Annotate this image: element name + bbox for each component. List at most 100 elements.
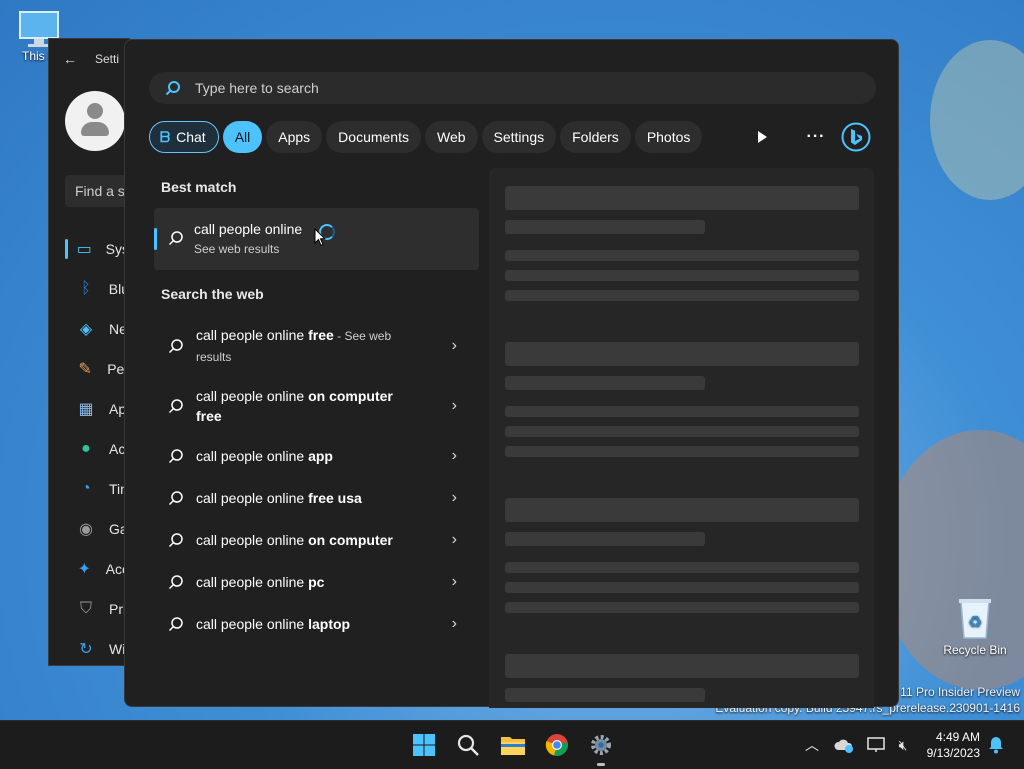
filter-bar: ᗷ Chat All Apps Documents Web Settings Folders P… [149,120,703,154]
web-result-bold: on computer [308,531,393,548]
sidebar-item[interactable]: ✎ Per [49,349,129,389]
svg-text:♻: ♻ [968,612,982,631]
sidebar-item[interactable]: ᛒ Blu [49,269,129,309]
web-result-bold: free usa [308,489,362,506]
web-result-item[interactable]: call people online free usa › [154,486,479,510]
best-match-subtitle: See web results [194,242,280,256]
sidebar-item[interactable]: ◈ Ne [49,309,129,349]
sidebar-item[interactable]: ⛉ Pri [49,589,129,629]
sidebar-item[interactable]: ◔ Tin [49,469,129,509]
sidebar-item-label: Ac [109,441,126,457]
sidebar-item[interactable]: ↻ Wi [49,629,129,665]
settings-taskbar-button[interactable] [585,729,617,761]
bing-button[interactable] [839,122,873,152]
avatar[interactable] [65,91,125,151]
speaker-muted-icon: 🔇︎ [898,736,908,753]
accessibility-icon: ✦ [77,561,92,578]
taskbar-search-button[interactable] [452,729,484,761]
web-result-prefix: call people online [196,489,309,506]
scroll-right-button[interactable] [747,122,777,152]
web-result-text: call people online free - See web result… [196,325,406,367]
filter-chip-folders[interactable]: Folders [560,121,631,153]
filter-chip-all[interactable]: All [222,121,263,153]
web-result-item[interactable]: call people online free - See web result… [154,326,479,366]
web-result-item[interactable]: call people online app › [154,444,479,468]
search-box[interactable] [149,72,876,104]
search-result-icon [168,339,183,354]
skeleton-placeholder [505,562,859,573]
chevron-up-icon: ︿ [805,737,819,753]
chevron-right-icon: › [451,337,457,354]
search-result-icon [168,617,183,632]
back-arrow-icon[interactable]: ← [63,51,77,67]
clock[interactable]: 4:49 AM 9/13/2023 [927,729,980,761]
mouse-cursor-icon [314,228,326,247]
more-options-button[interactable]: ··· [801,122,831,152]
gear-icon [591,735,611,755]
filter-chip-apps[interactable]: Apps [266,121,323,153]
onedrive-tray-button[interactable] [830,729,858,761]
filter-chip-label: Folders [572,129,619,145]
web-result-item[interactable]: call people online laptop › [154,612,479,636]
skeleton-placeholder [505,186,859,210]
search-result-icon [168,449,183,464]
filter-chip-settings[interactable]: Settings [481,121,557,153]
bell-icon [989,737,1003,754]
skeleton-placeholder [505,290,859,301]
skeleton-placeholder [505,426,859,437]
search-web-heading: Search the web [161,286,264,302]
settings-title: Setti [95,52,120,66]
show-hidden-icons-button[interactable]: ︿ [796,729,828,761]
web-result-text: call people online laptop [196,614,406,635]
sidebar-item[interactable]: ▭ Sys [49,229,129,269]
web-result-prefix: call people online [196,573,309,590]
web-result-bold: app [308,447,333,464]
web-result-prefix: call people online [196,615,309,632]
search-panel: ᗷ Chat All Apps Documents Web Settings Folders P… [124,39,899,708]
filter-chip-label: Chat [176,129,206,145]
start-button[interactable] [408,729,440,761]
time-language-icon: ◔ [81,480,91,497]
skeleton-placeholder [505,602,859,613]
filter-chip-web[interactable]: Web [424,121,478,153]
filter-chip-documents[interactable]: Documents [326,121,421,153]
clock-time: 4:49 AM [935,730,980,744]
sidebar-item[interactable]: ✦ Acc [49,549,129,589]
web-result-item[interactable]: call people online on computer free › [154,386,479,426]
skeleton-placeholder [505,270,859,281]
best-match-result[interactable]: call people online See web results [154,208,479,270]
bluetooth-icon: ᛒ [81,280,91,297]
chrome-button[interactable] [541,729,573,761]
filter-chip-photos[interactable]: Photos [634,121,703,153]
filter-chip-label: Photos [646,129,691,145]
web-result-text: call people online pc [196,572,406,593]
folder-icon [501,737,525,755]
volume-tray-button[interactable]: 🔇︎ [890,729,916,761]
sidebar-item[interactable]: ◉ Ga [49,509,129,549]
sidebar-item[interactable]: ▦ Ap [49,389,129,429]
system-icon: ▭ [76,241,92,258]
filter-chip-label: Documents [338,129,409,145]
recycle-bin-desktop-icon[interactable]: ♻ Recycle Bin [942,596,1008,657]
settings-nav: ▭ Sys ᛒ Blu ◈ Ne ✎ Per ▦ Ap ● Ac ◔ Tin ◉ Ga ✦ Acc ⛉ Pri ↻ Wi [49,229,129,665]
filter-chip-label: Apps [278,129,311,145]
network-tray-button[interactable] [862,729,890,761]
sidebar-item[interactable]: ● Ac [49,429,129,469]
web-result-item[interactable]: call people online pc › [154,570,479,594]
apps-icon: ▦ [78,401,94,418]
watermark-edition: s 11 Pro Insider Preview [890,685,1020,699]
file-explorer-button[interactable] [497,729,529,761]
chrome-icon [545,734,568,756]
settings-find-input[interactable]: Find a se [65,175,129,207]
bing-chat-icon: ᗷ [160,128,171,145]
filter-chip-chat[interactable]: ᗷ Chat [149,121,219,153]
filter-chip-label: Settings [493,129,545,145]
chevron-right-icon: › [451,615,457,632]
clock-date: 9/13/2023 [926,746,980,760]
web-result-item[interactable]: call people online on computer › [154,528,479,552]
notifications-button[interactable] [982,729,1010,761]
settings-window[interactable]: ← Setti Find a se ▭ Sys ᛒ Blu ◈ Ne ✎ Per ▦ Ap ● Ac ◔… [48,38,130,666]
search-input[interactable] [193,79,797,97]
windows-logo-icon [413,734,435,756]
skeleton-placeholder [505,582,859,593]
